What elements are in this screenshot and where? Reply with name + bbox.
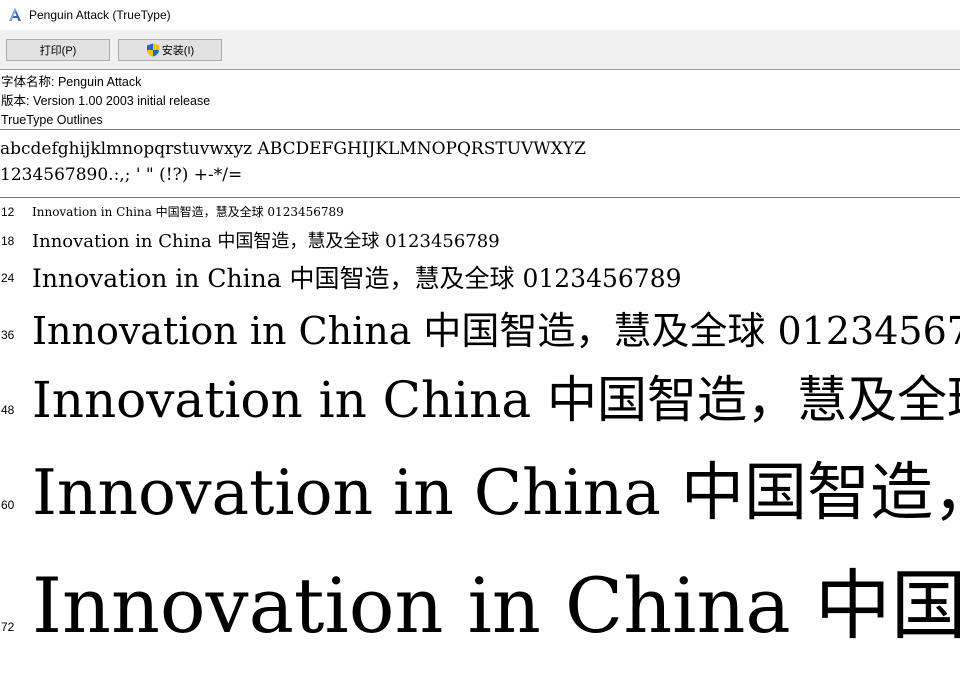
font-version: 版本: Version 1.00 2003 initial release (1, 94, 211, 108)
title-bar: Penguin Attack (TrueType) (0, 0, 960, 30)
toolbar: 打印(P) 安装(I) (0, 30, 960, 70)
install-button-label: 安装(I) (161, 44, 195, 57)
font-name: 字体名称: Penguin Attack (1, 75, 142, 89)
font-outline-type: TrueType Outlines (1, 113, 103, 127)
sample-row-72: 72 Innovation in China 中国智造，慧及全球 0123456… (0, 540, 960, 660)
sample-row-48: 48 Innovation in China 中国智造，慧及全球 0123456… (0, 358, 960, 436)
sample-size-label: 60 (1, 498, 15, 512)
print-button[interactable]: 打印(P) (6, 38, 110, 61)
size-samples: 12 Innovation in China 中国智造，慧及全球 0123456… (0, 198, 960, 694)
sample-row-36: 36 Innovation in China 中国智造，慧及全球 0123456… (0, 298, 960, 356)
charset-letters: abcdefghijklmnopqrstuvwxyz ABCDEFGHIJKLM… (0, 139, 586, 159)
sample-row-12: 12 Innovation in China 中国智造，慧及全球 0123456… (0, 202, 960, 222)
font-viewer-window: Penguin Attack (TrueType) 打印(P) 安装(I) 字体… (0, 0, 960, 700)
sample-text: Innovation in China 中国智造，慧及全球 0123456789 (32, 309, 960, 353)
charset-digits-symbols: 1234567890.:,; ' " (!?) +-*/= (0, 165, 243, 185)
sample-row-60: 60 Innovation in China 中国智造，慧及全球 0123456… (0, 440, 960, 536)
uac-shield-icon (146, 43, 160, 57)
install-button[interactable]: 安装(I) (118, 38, 222, 61)
sample-size-label: 24 (1, 271, 15, 285)
sample-text: Innovation in China 中国智造，慧及全球 0123456789 (32, 561, 960, 650)
sample-size-label: 18 (1, 234, 15, 248)
character-set-preview: abcdefghijklmnopqrstuvwxyz ABCDEFGHIJKLM… (0, 130, 960, 198)
sample-text: Innovation in China 中国智造，慧及全球 0123456789 (32, 231, 500, 252)
sample-text: Innovation in China 中国智造，慧及全球 0123456789 (32, 264, 682, 293)
font-info: 字体名称: Penguin Attack 版本: Version 1.00 20… (0, 70, 960, 130)
sample-size-label: 72 (1, 620, 15, 634)
sample-text: Innovation in China 中国智造，慧及全球 0123456789 (32, 456, 960, 529)
sample-size-label: 12 (1, 205, 15, 219)
sample-size-label: 36 (1, 328, 15, 342)
font-viewer-icon (7, 7, 23, 23)
print-button-label: 打印(P) (39, 44, 77, 57)
window-title: Penguin Attack (TrueType) (29, 8, 171, 22)
sample-row-18: 18 Innovation in China 中国智造，慧及全球 0123456… (0, 226, 960, 256)
sample-size-label: 48 (1, 403, 15, 417)
sample-text: Innovation in China 中国智造，慧及全球 0123456789 (32, 205, 344, 219)
sample-text: Innovation in China 中国智造，慧及全球 0123456789 (32, 371, 960, 429)
sample-row-24: 24 Innovation in China 中国智造，慧及全球 0123456… (0, 256, 960, 296)
